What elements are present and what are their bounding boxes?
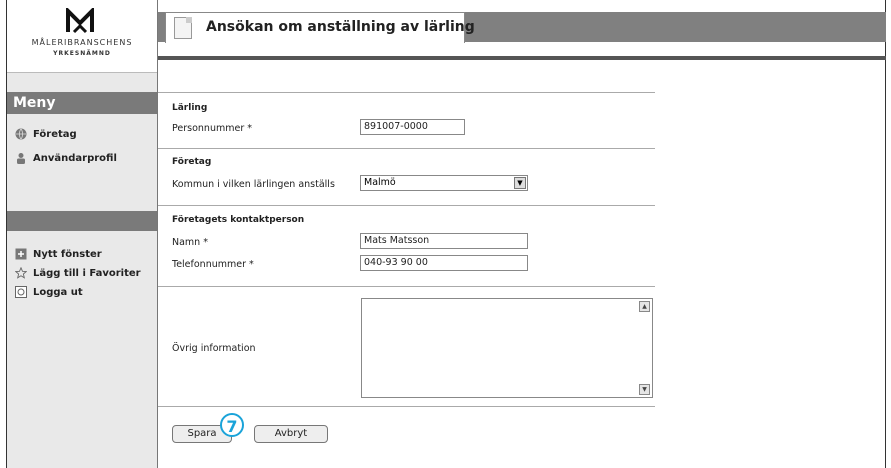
menu-title: Meny — [7, 92, 157, 114]
logo: MÅLERIBRANSCHENS YRKESNÄMND — [7, 0, 157, 73]
kommun-selected-value: Malmö — [364, 177, 396, 188]
document-icon — [174, 17, 192, 39]
globe-icon — [15, 128, 27, 140]
kommun-select[interactable]: Malmö ▼ — [360, 175, 528, 191]
personnummer-label: Personnummer * — [172, 123, 252, 134]
star-icon — [15, 267, 27, 279]
logo-text-line1: MÅLERIBRANSCHENS — [31, 38, 133, 47]
namn-label: Namn * — [172, 237, 208, 248]
sidebar-item-label: Företag — [33, 128, 77, 140]
sidebar-tool-label: Logga ut — [33, 286, 83, 298]
header-divider — [158, 56, 886, 60]
scroll-down-icon[interactable]: ▼ — [639, 384, 650, 395]
telefon-field[interactable]: 040-93 90 00 — [360, 255, 528, 271]
section-divider — [158, 148, 655, 149]
section-divider — [158, 286, 655, 287]
personnummer-field[interactable]: 891007-0000 — [360, 119, 465, 135]
page-title: Ansökan om anställning av lärling — [206, 19, 475, 35]
logo-mark-icon — [66, 8, 94, 34]
namn-field[interactable]: Mats Matsson — [360, 233, 528, 249]
section-heading-larling: Lärling — [172, 103, 208, 113]
sidebar-divider-bar — [7, 211, 157, 231]
sidebar: MÅLERIBRANSCHENS YRKESNÄMND Meny Företag… — [7, 0, 158, 468]
logout-icon — [15, 286, 27, 298]
section-divider — [158, 406, 655, 407]
step-callout-badge: 7 — [220, 413, 244, 437]
scroll-up-icon[interactable]: ▲ — [639, 301, 650, 312]
sidebar-tool-label: Nytt fönster — [33, 248, 102, 260]
sidebar-item-label: Användarprofil — [33, 152, 117, 164]
kommun-label: Kommun i vilken lärlingen anställs — [172, 179, 335, 190]
logo-text-line2: YRKESNÄMND — [53, 50, 111, 57]
sidebar-item-foretag[interactable]: Företag — [15, 128, 77, 140]
chevron-down-icon[interactable]: ▼ — [514, 177, 526, 189]
new-window-icon — [15, 248, 27, 260]
section-divider — [158, 205, 655, 206]
sidebar-tool-logga-ut[interactable]: Logga ut — [15, 286, 83, 298]
cancel-button[interactable]: Avbryt — [254, 425, 328, 443]
sidebar-tool-favoriter[interactable]: Lägg till i Favoriter — [15, 267, 141, 279]
section-divider — [158, 92, 655, 93]
section-heading-kontaktperson: Företagets kontaktperson — [172, 215, 305, 225]
sidebar-item-anvandarprofil[interactable]: Användarprofil — [15, 152, 117, 164]
page-title-tab: Ansökan om anställning av lärling — [165, 12, 475, 43]
sidebar-tool-nytt-fonster[interactable]: Nytt fönster — [15, 248, 102, 260]
telefon-label: Telefonnummer * — [172, 259, 254, 270]
user-icon — [17, 153, 25, 164]
sidebar-tool-label: Lägg till i Favoriter — [33, 267, 141, 279]
ovrig-information-label: Övrig information — [172, 343, 256, 354]
ovrig-information-textarea[interactable]: ▲ ▼ — [361, 298, 653, 398]
section-heading-foretag: Företag — [172, 157, 212, 167]
